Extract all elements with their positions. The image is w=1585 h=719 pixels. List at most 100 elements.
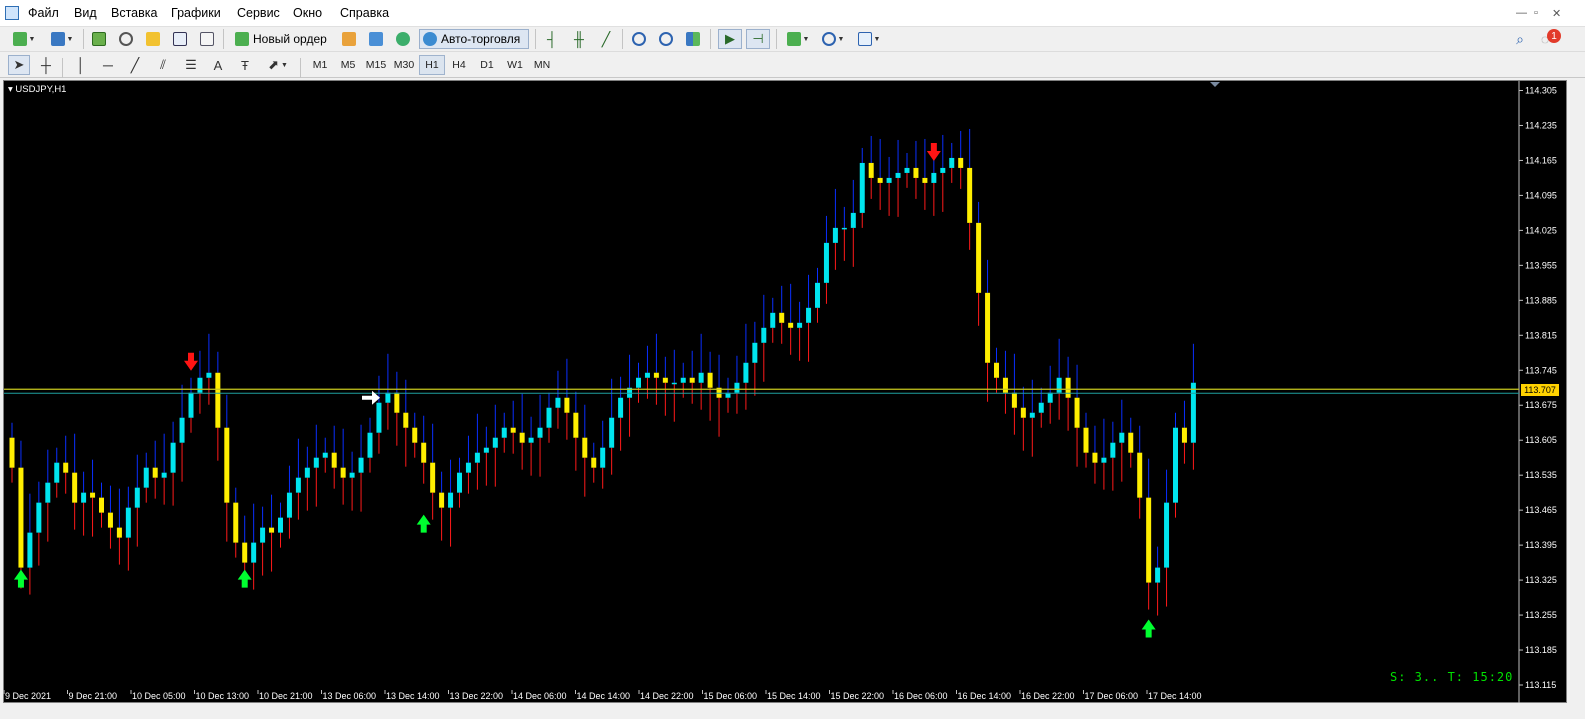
candle-body	[9, 437, 15, 468]
candle-body	[99, 497, 104, 513]
candle-body	[233, 502, 239, 543]
candle-body	[36, 502, 42, 533]
price-tick-label: 113.885	[1525, 295, 1557, 305]
candle-body	[841, 227, 847, 230]
candle-body	[349, 472, 355, 478]
time-tick-label: 16 Dec 14:00	[958, 691, 1012, 701]
candle-body	[1155, 567, 1161, 583]
candle-body	[519, 432, 525, 443]
candle-body	[1181, 427, 1187, 443]
candle-body	[698, 372, 704, 383]
candle-body	[367, 432, 373, 458]
candle-body	[1074, 397, 1080, 428]
chart-symbol-label: ▾ USDJPY,H1	[8, 84, 67, 95]
candle-body	[680, 377, 686, 383]
candle-body	[609, 417, 615, 448]
candle-body	[215, 372, 221, 428]
candle-body	[385, 392, 391, 403]
buy-signal-arrow	[237, 569, 252, 588]
candle-body	[331, 452, 337, 468]
candle-body	[859, 162, 865, 213]
price-tick-label: 114.025	[1525, 225, 1557, 235]
candle-body	[564, 397, 570, 413]
candle-body	[770, 312, 776, 328]
time-tick-label: 16 Dec 06:00	[894, 691, 948, 701]
candle-body	[868, 162, 874, 178]
candle-body	[394, 392, 400, 413]
candle-body	[510, 427, 516, 433]
candle-body	[797, 322, 803, 328]
candle-body	[1128, 432, 1134, 453]
candle-body	[340, 467, 346, 478]
time-tick-label: 13 Dec 14:00	[386, 691, 440, 701]
candle-body	[1092, 452, 1098, 463]
time-tick-label: 9 Dec 21:00	[69, 691, 118, 701]
time-tick-label: 10 Dec 13:00	[196, 691, 250, 701]
sell-signal-arrow	[184, 352, 198, 371]
candle-body	[618, 397, 624, 418]
candle-body	[931, 172, 937, 183]
price-tick-label: 113.745	[1525, 365, 1557, 375]
candle-body	[707, 372, 713, 388]
candle-body	[18, 467, 24, 568]
time-tick-label: 14 Dec 22:00	[640, 691, 694, 701]
candle-body	[430, 462, 436, 493]
candle-body	[734, 382, 740, 393]
candle-body	[304, 467, 310, 478]
candle-body	[958, 157, 964, 168]
candle-body	[1038, 402, 1044, 413]
time-tick-label: 13 Dec 06:00	[323, 691, 377, 701]
candle-body	[81, 492, 87, 503]
candle-body	[922, 177, 928, 183]
time-tick-label: 17 Dec 06:00	[1085, 691, 1139, 701]
candle-body	[421, 442, 427, 463]
candle-body	[1110, 442, 1116, 458]
candle-body	[448, 492, 454, 508]
buy-signal-arrow	[13, 569, 28, 588]
candle-body	[295, 477, 301, 493]
candle-body	[582, 437, 588, 458]
candle-body	[985, 292, 991, 363]
price-tick-label: 114.095	[1525, 190, 1557, 200]
candle-body	[832, 227, 838, 243]
candle-body	[197, 377, 203, 393]
candle-body	[376, 402, 382, 433]
candle-body	[439, 492, 445, 508]
price-tick-label: 113.185	[1525, 645, 1557, 655]
time-tick-label: 10 Dec 21:00	[259, 691, 313, 701]
candle-body	[662, 377, 668, 383]
sell-signal-arrow	[926, 142, 941, 161]
candle-body	[644, 372, 650, 378]
price-tick-label: 113.395	[1525, 540, 1557, 550]
candle-body	[1190, 382, 1196, 443]
candle-body	[54, 462, 60, 483]
candle-body	[501, 427, 507, 438]
price-chart[interactable]: 114.305 114.235 114.165 114.095 114.025 113.9…	[0, 0, 1585, 719]
candle-body	[823, 242, 829, 283]
price-tick-label: 113.465	[1525, 505, 1557, 515]
candle-body	[537, 427, 543, 438]
candle-body	[779, 312, 785, 323]
candle-body	[555, 397, 561, 408]
price-tick-label: 113.675	[1525, 400, 1557, 410]
candle-body	[1083, 427, 1089, 453]
candle-body	[242, 542, 248, 563]
time-tick-label: 14 Dec 06:00	[513, 691, 567, 701]
time-tick-label: 14 Dec 14:00	[577, 691, 631, 701]
status-readout: S: 3.. T: 15:20	[1390, 670, 1514, 684]
price-tick-label: 113.955	[1525, 260, 1557, 270]
candle-body	[591, 457, 597, 468]
candle-body	[1101, 457, 1107, 463]
candle-body	[269, 527, 275, 533]
candle-body	[752, 342, 758, 363]
candle-body	[976, 222, 982, 293]
price-tick-label: 113.255	[1525, 610, 1557, 620]
buy-signal-arrow	[1141, 619, 1156, 638]
candle-body	[949, 157, 955, 168]
candle-body	[1002, 377, 1008, 393]
candle-body	[313, 457, 319, 468]
time-tick-label: 15 Dec 22:00	[831, 691, 885, 701]
candle-body	[134, 487, 140, 508]
price-tick-label: 114.305	[1525, 85, 1557, 95]
candle-body	[260, 527, 266, 543]
